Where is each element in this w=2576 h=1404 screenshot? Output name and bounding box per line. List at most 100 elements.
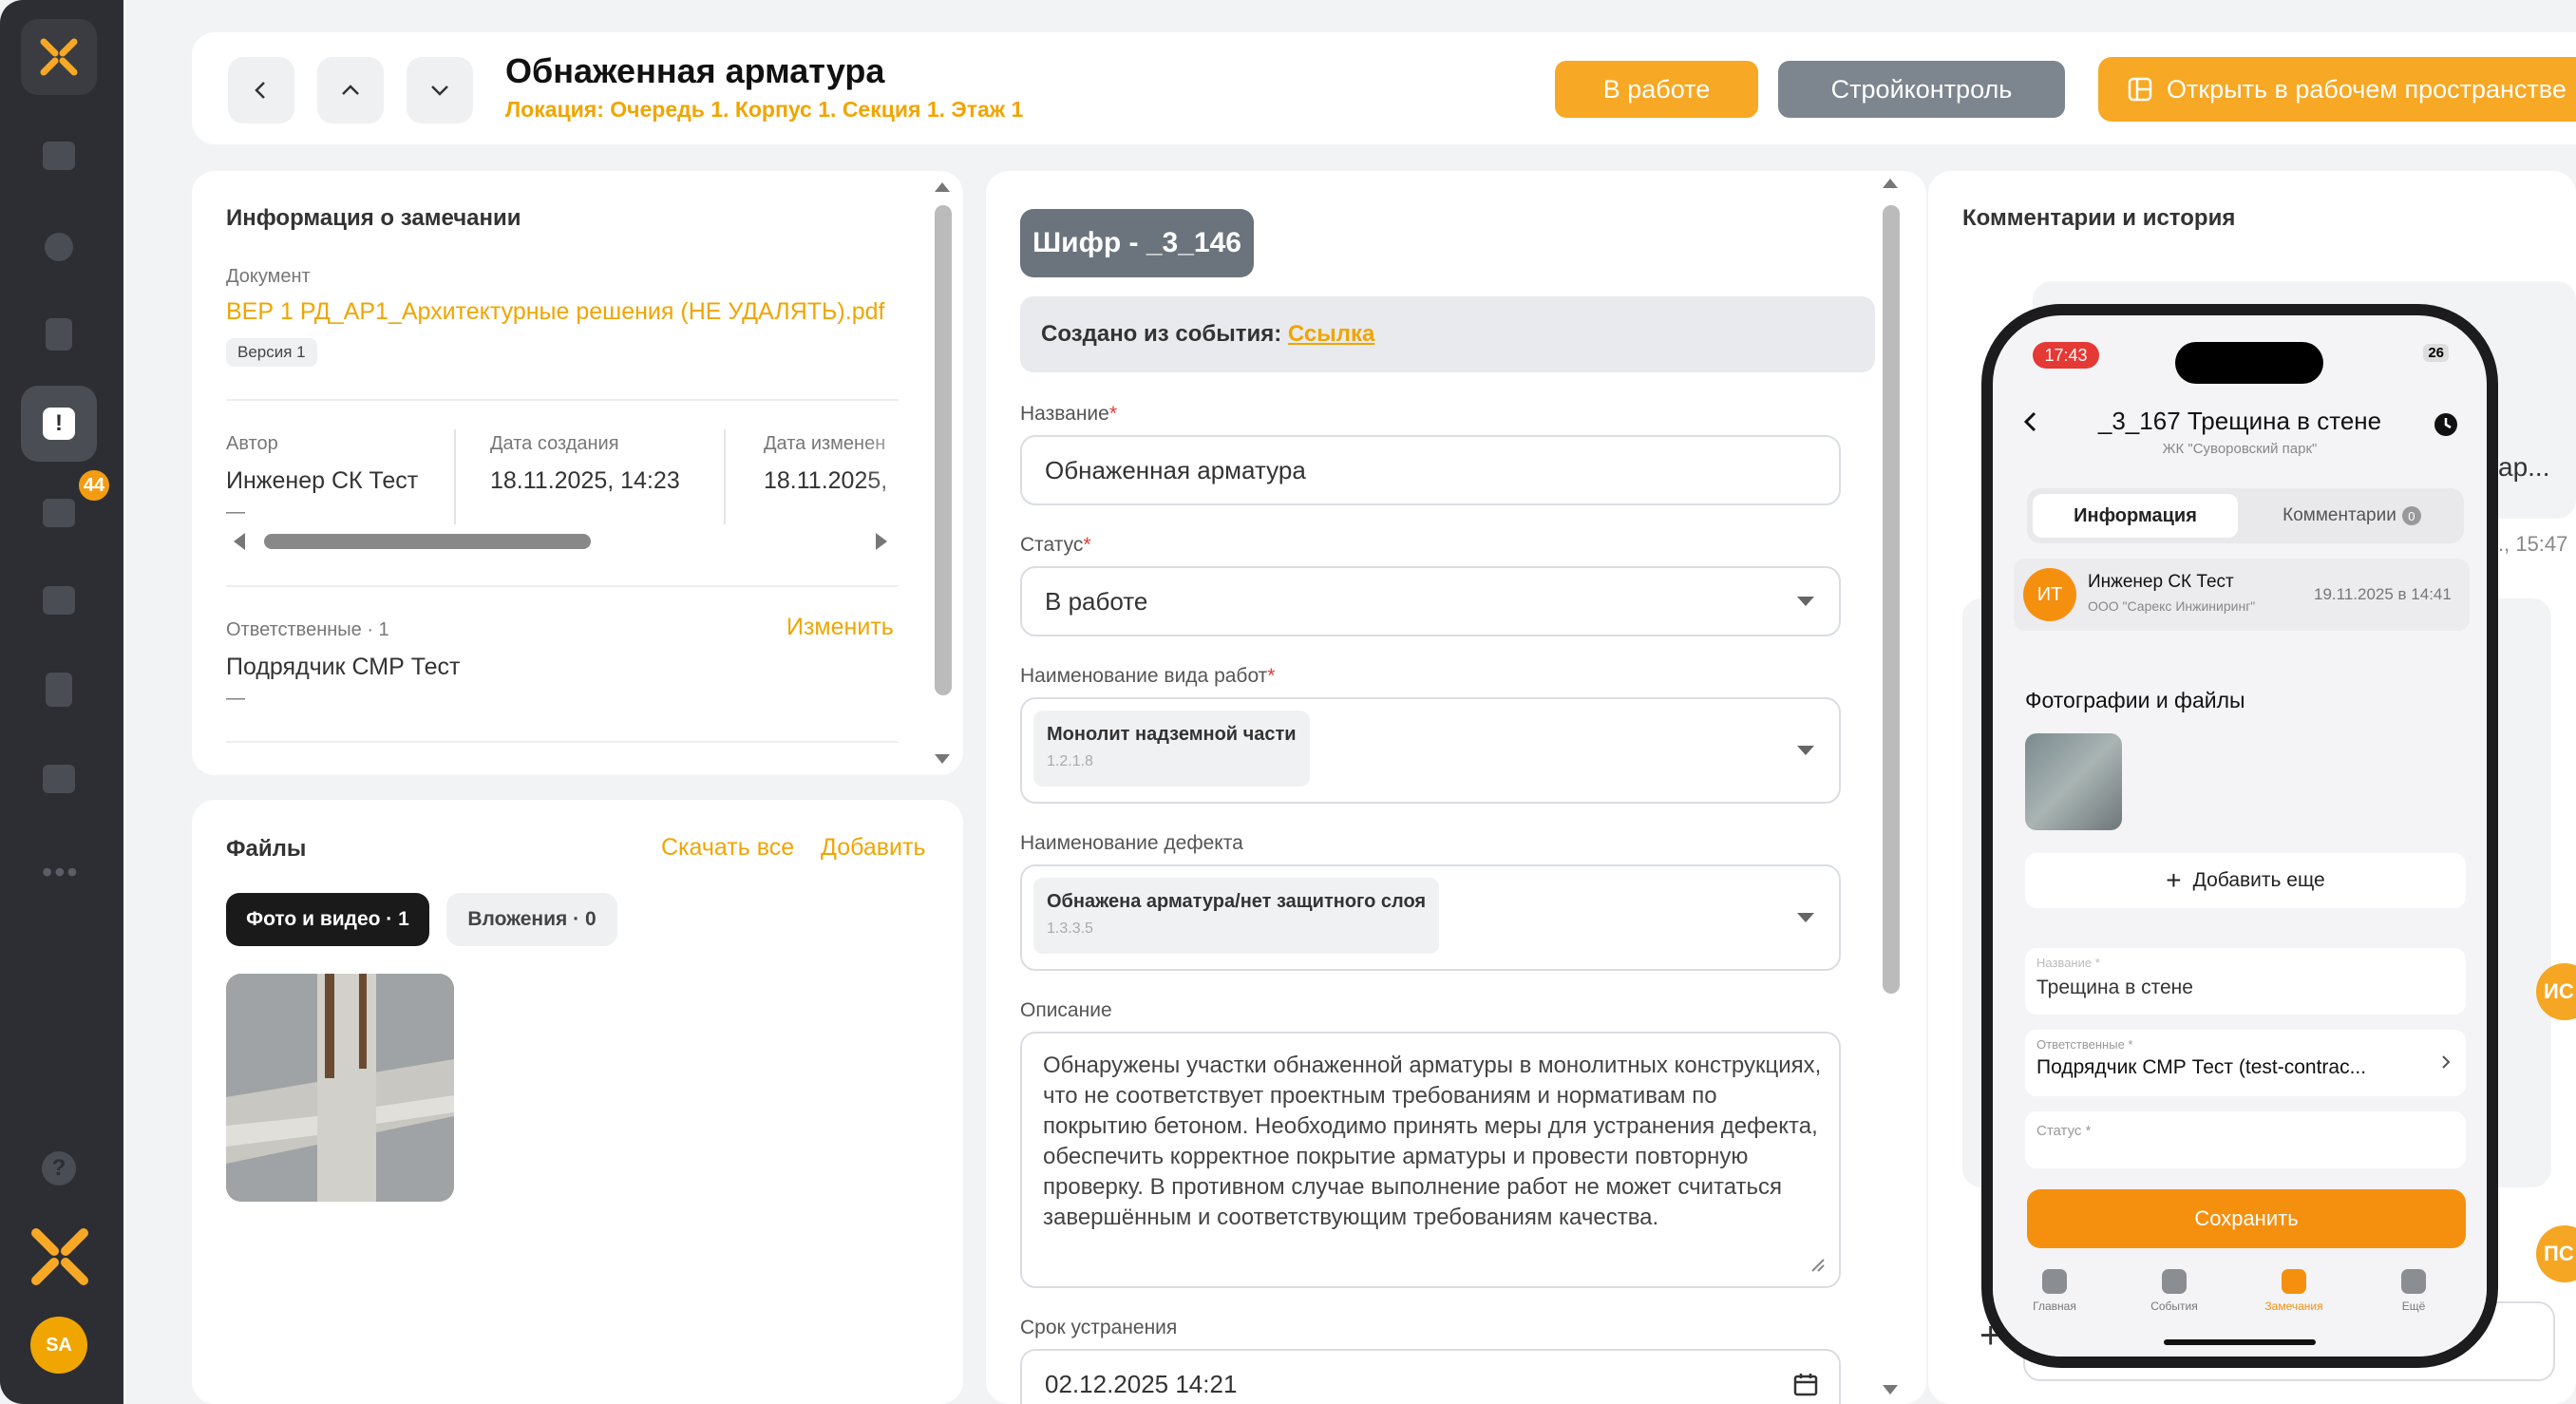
add-more-button[interactable]: + Добавить еще — [2025, 853, 2466, 908]
deadline-label: Срок устранения — [1020, 1317, 1178, 1338]
calendar-icon[interactable] — [38, 579, 80, 621]
add-more-label: Добавить еще — [2192, 869, 2325, 891]
app-logo[interactable] — [21, 19, 97, 95]
history-clock-icon[interactable] — [2434, 412, 2458, 437]
divider — [226, 741, 899, 743]
notification-badge: 44 — [76, 467, 112, 503]
remarks-icon — [2282, 1269, 2306, 1294]
phone-resp-value: Подрядчик СМР Тест (test-contrac... — [2036, 1056, 2367, 1078]
building-icon[interactable] — [38, 669, 80, 711]
form-scrollbar[interactable] — [1883, 205, 1900, 994]
chevron-down-icon — [431, 85, 448, 96]
code-chip: Шифр - _3_146 — [1020, 209, 1254, 277]
work-type-select[interactable]: Монолит надземной части 1.2.1.8 — [1020, 697, 1841, 804]
defect-chip: Обнажена арматура/нет защитного слоя 1.3… — [1033, 878, 1440, 954]
phone-name-label: Название * — [2036, 956, 2100, 970]
more-icon — [2401, 1269, 2426, 1294]
comment-peek-time: ., 15:47 — [2498, 532, 2568, 556]
brand-logo-icon — [31, 1228, 88, 1285]
work-type-code: 1.2.1.8 — [1047, 753, 1093, 769]
remark-form-card: Шифр - _3_146 Создано из события: Ссылка… — [986, 171, 1926, 1404]
column-divider — [724, 429, 726, 524]
back-button[interactable] — [228, 57, 294, 123]
chevron-down-icon — [1797, 746, 1814, 755]
photo-thumbnail[interactable] — [226, 974, 454, 1202]
phone-nav-remarks[interactable]: Замечания — [2242, 1269, 2346, 1313]
checklist-icon[interactable] — [38, 492, 80, 534]
tab-photo-video[interactable]: Фото и видео · 1 — [226, 893, 429, 946]
user-avatar[interactable]: SA — [30, 1317, 87, 1374]
name-input[interactable]: Обнаженная арматура — [1020, 435, 1841, 505]
status-select[interactable]: В работе — [1020, 566, 1841, 636]
previous-button[interactable] — [317, 57, 384, 123]
phone-responsible-field[interactable]: Ответственные * Подрядчик СМР Тест (test… — [2025, 1030, 2466, 1096]
name-input-value: Обнаженная арматура — [1045, 456, 1306, 484]
phone-author-row: ИТ Инженер СК Тест ООО "Сарекс Инжинирин… — [2014, 559, 2470, 631]
chevron-up-icon — [342, 85, 359, 95]
created-from-label: Создано из события: — [1041, 321, 1282, 347]
phone-title: _3_167 Трещина в стене — [2097, 407, 2382, 435]
phone-time: 17:43 — [2033, 342, 2099, 369]
phone-status-field[interactable]: Статус * — [2025, 1111, 2466, 1168]
name-label: Название* — [1020, 403, 1117, 426]
description-label: Описание — [1020, 999, 1112, 1021]
tab-attachments[interactable]: Вложения · 0 — [446, 893, 617, 946]
scroll-down-icon[interactable] — [1881, 1383, 1900, 1396]
chart-icon[interactable] — [38, 758, 80, 800]
calendar-icon[interactable] — [1793, 1372, 1818, 1396]
phone-mockup: 17:43 26 _3_167 Трещина в стене ЖК "Суво… — [1981, 304, 2498, 1368]
resize-handle-icon[interactable] — [1809, 1256, 1826, 1273]
phone-tab-comments[interactable]: Комментарии 0 — [2245, 494, 2458, 538]
phone-save-button[interactable]: Сохранить — [2027, 1189, 2466, 1248]
document-icon[interactable] — [38, 313, 80, 355]
phone-name-field[interactable]: Название * Трещина в стене — [2025, 948, 2466, 1015]
scroll-down-icon[interactable] — [933, 752, 952, 766]
phone-nav-home[interactable]: Главная — [2002, 1269, 2107, 1313]
battery-indicator: 26 — [2423, 344, 2449, 362]
defect-select[interactable]: Обнажена арматура/нет защитного слоя 1.3… — [1020, 864, 1841, 971]
info-scrollbar[interactable] — [935, 205, 952, 695]
next-button[interactable] — [407, 57, 473, 123]
event-link[interactable]: Ссылка — [1288, 321, 1374, 348]
phone-nav-events[interactable]: События — [2122, 1269, 2226, 1313]
phone-nav-more[interactable]: Ещё — [2361, 1269, 2466, 1313]
help-icon[interactable]: ? — [42, 1151, 76, 1186]
author-label: Автор — [226, 433, 278, 454]
add-file-link[interactable]: Добавить — [821, 834, 926, 862]
created-from-event: Создано из события: Ссылка — [1020, 296, 1875, 372]
remark-info-card: Информация о замечании Документ ВЕР 1 РД… — [192, 171, 963, 775]
video-icon[interactable] — [38, 135, 80, 177]
status-button[interactable]: В работе — [1555, 61, 1758, 118]
clock-icon[interactable] — [38, 226, 80, 268]
phone-photo-thumbnail[interactable] — [2025, 733, 2122, 830]
divider — [226, 399, 899, 401]
horizontal-scrollbar[interactable] — [264, 534, 591, 549]
phone-tab-info[interactable]: Информация — [2033, 494, 2238, 538]
scroll-right-icon[interactable] — [874, 532, 889, 551]
description-textarea[interactable]: Обнаружены участки обнаженной арматуры в… — [1020, 1032, 1841, 1288]
phone-nav-remarks-label: Замечания — [2264, 1300, 2323, 1313]
phone-author-org: ООО "Сарекс Инжиниринг" — [2088, 598, 2256, 614]
download-all-link[interactable]: Скачать все — [661, 834, 794, 862]
required-mark: * — [1083, 534, 1091, 556]
open-workspace-button[interactable]: Открыть в рабочем пространстве — [2098, 57, 2576, 122]
work-type-label: Наименование вида работ* — [1020, 665, 1275, 688]
divider — [226, 585, 899, 587]
document-link[interactable]: ВЕР 1 РД_АР1_Архитектурные решения (НЕ У… — [226, 298, 884, 326]
comment-peek-text: ар... — [2498, 452, 2550, 482]
construction-control-button[interactable]: Стройконтроль — [1778, 61, 2065, 118]
logo-icon — [40, 38, 78, 76]
phone-tab-comments-label: Комментарии — [2282, 505, 2396, 525]
scroll-up-icon[interactable] — [933, 180, 952, 194]
scroll-left-icon[interactable] — [232, 532, 247, 551]
change-responsible-link[interactable]: Изменить — [786, 614, 894, 641]
responsible-sub: — — [226, 688, 245, 709]
scroll-up-icon[interactable] — [1881, 177, 1900, 190]
deadline-input[interactable]: 02.12.2025 14:21 — [1020, 1349, 1841, 1404]
remarks-nav-icon[interactable]: ! — [21, 386, 97, 462]
status-label: Статус* — [1020, 534, 1091, 557]
phone-author-name: Инженер СК Тест — [2088, 572, 2234, 592]
document-label: Документ — [226, 266, 311, 287]
more-icon[interactable]: ••• — [42, 855, 80, 890]
comments-title: Комментарии и история — [1962, 205, 2236, 231]
